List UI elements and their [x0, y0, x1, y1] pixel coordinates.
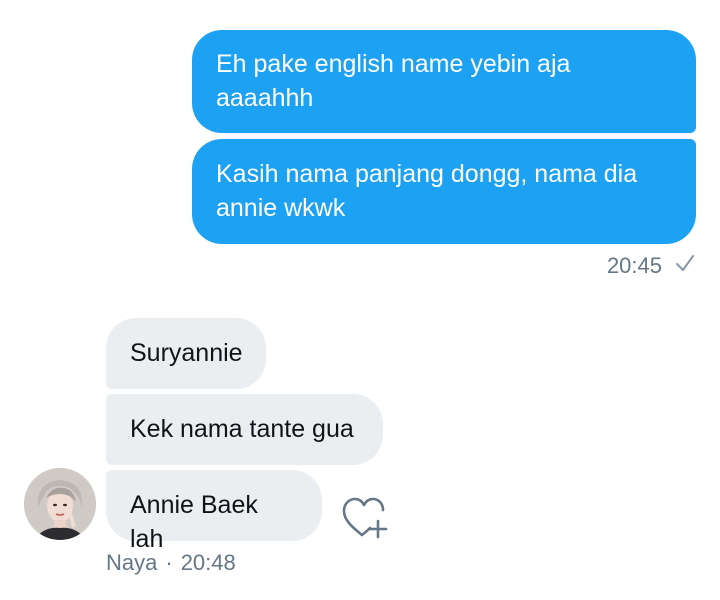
incoming-message[interactable]: Annie Baek lah: [106, 470, 322, 553]
incoming-timestamp: 20:48: [180, 550, 236, 575]
outgoing-meta: 20:45: [607, 252, 696, 280]
meta-separator: ·: [165, 550, 173, 575]
incoming-message[interactable]: Suryannie: [106, 318, 266, 389]
avatar[interactable]: [24, 468, 96, 540]
outgoing-message[interactable]: Eh pake english name yebin aja aaaahhh: [192, 30, 696, 133]
incoming-message[interactable]: Kek nama tante gua: [106, 394, 383, 465]
sender-name[interactable]: Naya: [106, 550, 157, 576]
incoming-meta: Naya · 20:48: [106, 550, 236, 576]
heart-plus-icon[interactable]: [340, 495, 388, 541]
outgoing-timestamp: 20:45: [606, 253, 662, 278]
check-icon: [674, 252, 696, 280]
outgoing-message[interactable]: Kasih nama panjang dongg, nama dia annie…: [192, 139, 696, 244]
